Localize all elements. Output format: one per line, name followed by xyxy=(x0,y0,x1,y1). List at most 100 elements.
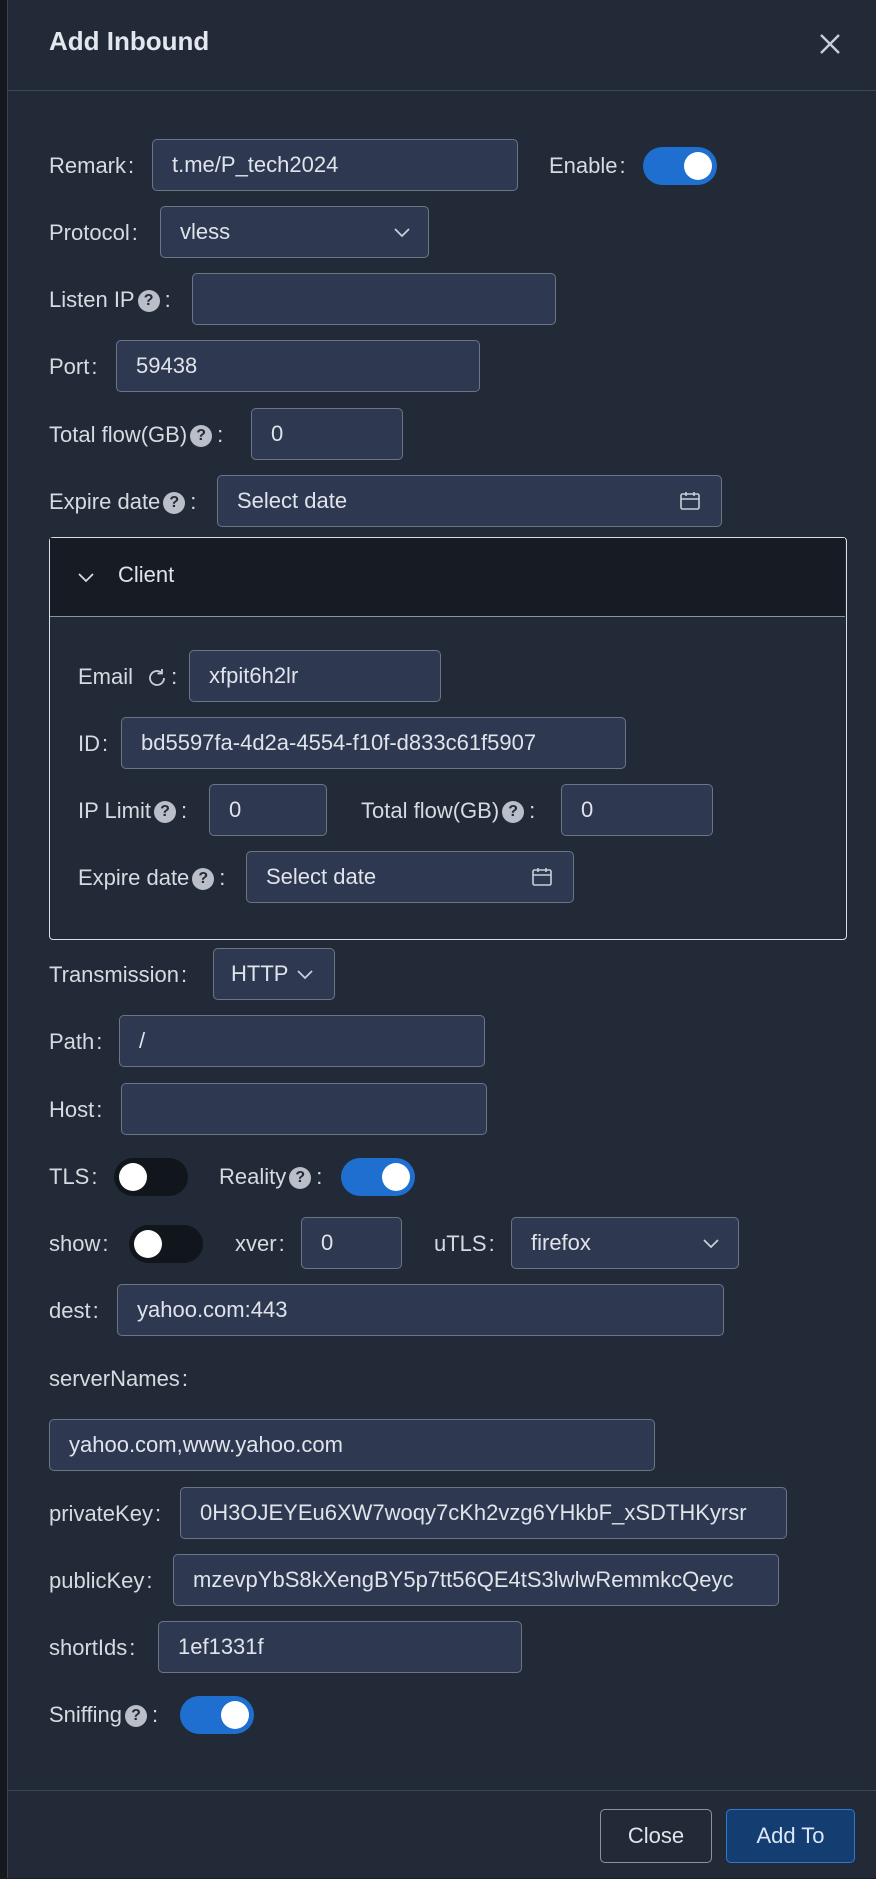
sniffing-toggle[interactable] xyxy=(180,1696,254,1734)
client-panel-title: Client xyxy=(118,562,175,587)
chevron-down-icon xyxy=(703,1239,719,1249)
show-label: show xyxy=(49,1231,101,1256)
client-email-row: Email : xfpit6h2lr xyxy=(9,650,876,704)
help-icon[interactable]: ? xyxy=(153,801,176,824)
client-expire-picker[interactable]: Select date xyxy=(246,851,574,903)
calendar-icon xyxy=(680,492,700,510)
help-icon[interactable]: ? xyxy=(289,1167,312,1190)
listen-ip-label: Listen IP xyxy=(49,287,135,312)
dest-row: dest: yahoo.com:443 xyxy=(8,1284,876,1338)
refresh-icon[interactable] xyxy=(145,666,169,690)
dest-input[interactable]: yahoo.com:443 xyxy=(117,1284,724,1336)
reality-options-row: show: xver: 0 uTLS: firefox xyxy=(8,1217,876,1271)
reality-toggle[interactable] xyxy=(341,1158,415,1196)
path-label: Path xyxy=(49,1029,95,1054)
reality-label: Reality xyxy=(219,1164,287,1189)
client-email-label: Email xyxy=(78,664,134,689)
protocol-label: Protocol xyxy=(49,220,130,245)
public-key-input[interactable]: mzevpYbS8kXengBY5p7tt56QE4tS3lwlwRemmkcQ… xyxy=(173,1554,779,1606)
listen-ip-row: Listen IP?: xyxy=(8,273,876,327)
path-row: Path: / xyxy=(8,1015,876,1069)
tls-label: TLS xyxy=(49,1164,90,1189)
help-icon[interactable]: ? xyxy=(137,290,160,313)
short-ids-input[interactable]: 1ef1331f xyxy=(158,1621,522,1673)
private-key-row: privateKey: 0H3OJEYEu6XW7woqy7cKh2vzg6YH… xyxy=(8,1487,876,1541)
add-inbound-modal: Add Inbound Remark: t.me/P_tech2024 Enab… xyxy=(7,0,876,1878)
security-row: TLS: Reality?: xyxy=(8,1150,876,1204)
remark-row: Remark: t.me/P_tech2024 Enable: xyxy=(8,139,876,193)
port-row: Port: 59438 xyxy=(8,340,876,394)
port-label: Port xyxy=(49,354,90,379)
expire-date-picker[interactable]: Select date xyxy=(217,475,722,527)
client-total-flow-input[interactable]: 0 xyxy=(561,784,713,836)
expire-date-label: Expire date xyxy=(49,489,161,514)
port-input[interactable]: 59438 xyxy=(116,340,480,392)
close-button[interactable]: Close xyxy=(600,1809,712,1863)
total-flow-input[interactable]: 0 xyxy=(251,408,403,460)
short-ids-label: shortIds xyxy=(49,1635,128,1660)
utls-label: uTLS xyxy=(434,1231,487,1256)
client-id-label: ID xyxy=(78,731,100,756)
chevron-down-icon xyxy=(394,228,410,238)
public-key-label: publicKey xyxy=(49,1568,145,1593)
xver-label: xver xyxy=(235,1231,277,1256)
client-expire-row: Expire date?: Select date xyxy=(9,851,876,905)
expire-date-placeholder: Select date xyxy=(237,488,348,513)
calendar-icon xyxy=(532,868,552,886)
tls-toggle[interactable] xyxy=(114,1158,188,1196)
total-flow-row: Total flow(GB)?: 0 xyxy=(8,408,876,462)
protocol-select[interactable]: vless xyxy=(160,206,429,258)
help-icon[interactable]: ? xyxy=(502,801,525,824)
client-expire-label: Expire date xyxy=(78,865,190,890)
remark-label: Remark xyxy=(49,153,127,178)
transmission-value: HTTP xyxy=(231,961,289,986)
modal-title: Add Inbound xyxy=(49,26,210,56)
sniffing-row: Sniffing?: xyxy=(8,1688,876,1742)
public-key-row: publicKey: mzevpYbS8kXengBY5p7tt56QE4tS3… xyxy=(8,1554,876,1608)
host-row: Host: xyxy=(8,1083,876,1137)
chevron-down-icon xyxy=(297,970,313,980)
private-key-label: privateKey xyxy=(49,1501,153,1526)
server-names-label-row: serverNames: xyxy=(49,1366,188,1391)
client-total-flow-label: Total flow(GB) xyxy=(361,798,500,823)
ip-limit-input[interactable]: 0 xyxy=(209,784,327,836)
ip-limit-label: IP Limit xyxy=(78,798,151,823)
utls-value: firefox xyxy=(531,1230,591,1255)
help-icon[interactable]: ? xyxy=(192,868,215,891)
client-panel-header[interactable]: Client xyxy=(50,538,845,617)
utls-select[interactable]: firefox xyxy=(511,1217,739,1269)
transmission-row: Transmission: HTTP xyxy=(8,948,876,1002)
host-input[interactable] xyxy=(121,1083,487,1135)
short-ids-row: shortIds: 1ef1331f xyxy=(8,1621,876,1675)
enable-toggle[interactable] xyxy=(643,147,717,185)
client-expire-placeholder: Select date xyxy=(266,864,377,889)
listen-ip-input[interactable] xyxy=(192,273,556,325)
host-label: Host xyxy=(49,1097,95,1122)
client-limits-row: IP Limit?: 0 Total flow(GB)?: 0 xyxy=(9,784,876,838)
private-key-input[interactable]: 0H3OJEYEu6XW7woqy7cKh2vzg6YHkbF_xSDTHKyr… xyxy=(180,1487,787,1539)
help-icon[interactable]: ? xyxy=(163,492,186,515)
client-id-input[interactable]: bd5597fa-4d2a-4554-f10f-d833c61f5907 xyxy=(121,717,626,769)
client-id-row: ID: bd5597fa-4d2a-4554-f10f-d833c61f5907 xyxy=(9,717,876,771)
dest-label: dest xyxy=(49,1298,91,1323)
client-email-input[interactable]: xfpit6h2lr xyxy=(189,650,441,702)
help-icon[interactable]: ? xyxy=(190,425,213,448)
server-names-row: yahoo.com,www.yahoo.com xyxy=(8,1419,876,1473)
client-panel: Client Email : xfpit6h2lr ID: bd5597fa-4… xyxy=(49,537,847,940)
expire-date-row: Expire date?: Select date xyxy=(8,475,876,529)
server-names-input[interactable]: yahoo.com,www.yahoo.com xyxy=(49,1419,655,1471)
modal-footer: Close Add To xyxy=(8,1790,876,1879)
chevron-down-icon xyxy=(78,573,94,583)
remark-input[interactable]: t.me/P_tech2024 xyxy=(152,139,518,191)
path-input[interactable]: / xyxy=(119,1015,485,1067)
xver-input[interactable]: 0 xyxy=(301,1217,402,1269)
protocol-row: Protocol: vless xyxy=(8,206,876,260)
close-icon[interactable] xyxy=(816,30,844,58)
transmission-select[interactable]: HTTP xyxy=(213,948,335,1000)
transmission-label: Transmission xyxy=(49,962,179,987)
modal-header: Add Inbound xyxy=(8,0,876,91)
show-toggle[interactable] xyxy=(129,1225,203,1263)
server-names-label: serverNames xyxy=(49,1366,180,1391)
add-to-button[interactable]: Add To xyxy=(726,1809,855,1863)
help-icon[interactable]: ? xyxy=(124,1705,147,1728)
